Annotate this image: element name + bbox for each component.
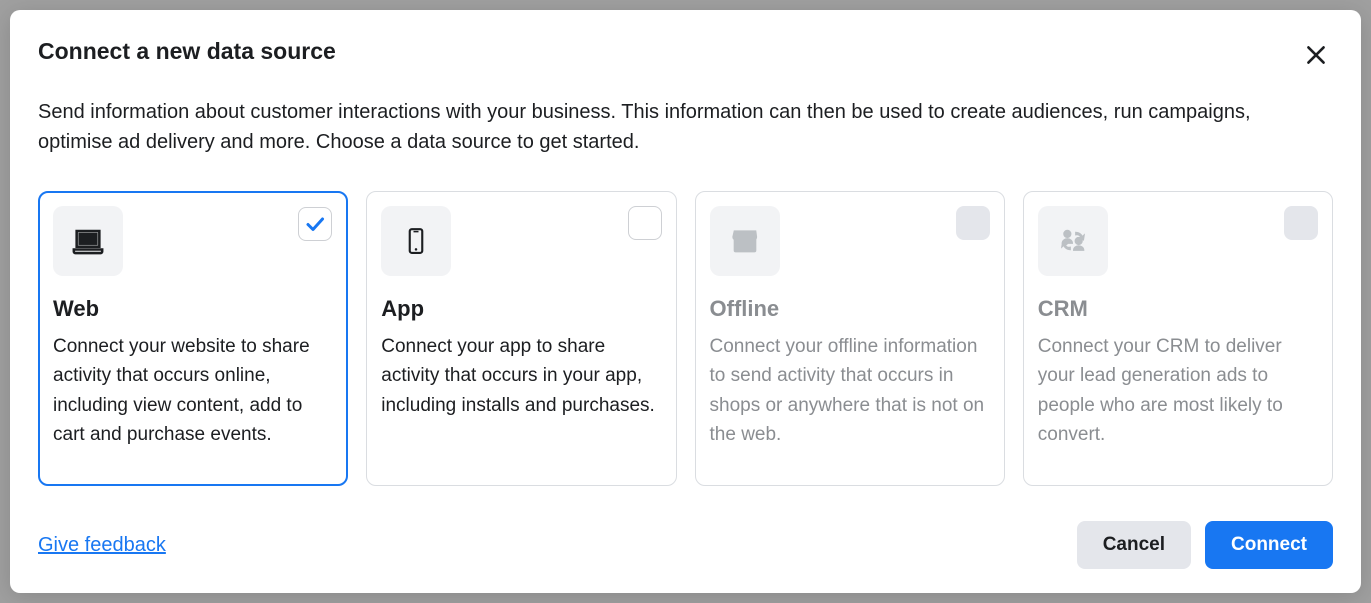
card-check-crm xyxy=(1284,206,1318,240)
card-web[interactable]: Web Connect your website to share activi… xyxy=(38,191,348,486)
store-icon xyxy=(710,206,780,276)
laptop-icon xyxy=(53,206,123,276)
modal-header: Connect a new data source xyxy=(38,38,1333,75)
card-offline: Offline Connect your offline information… xyxy=(695,191,1005,486)
close-button[interactable] xyxy=(1299,38,1333,75)
data-source-cards: Web Connect your website to share activi… xyxy=(38,191,1333,486)
checkmark-icon xyxy=(303,212,327,236)
card-text-web: Connect your website to share activity t… xyxy=(53,332,333,450)
card-title-offline: Offline xyxy=(710,296,990,322)
card-app[interactable]: App Connect your app to share activity t… xyxy=(366,191,676,486)
card-check-web xyxy=(298,207,332,241)
card-title-web: Web xyxy=(53,296,333,322)
card-title-app: App xyxy=(381,296,661,322)
connect-button[interactable]: Connect xyxy=(1205,521,1333,569)
card-check-offline xyxy=(956,206,990,240)
footer-buttons: Cancel Connect xyxy=(1077,521,1333,569)
card-title-crm: CRM xyxy=(1038,296,1318,322)
card-text-offline: Connect your offline information to send… xyxy=(710,332,990,450)
card-text-app: Connect your app to share activity that … xyxy=(381,332,661,420)
modal-footer: Give feedback Cancel Connect xyxy=(38,491,1333,569)
card-text-crm: Connect your CRM to deliver your lead ge… xyxy=(1038,332,1318,450)
give-feedback-link[interactable]: Give feedback xyxy=(38,534,166,557)
phone-icon xyxy=(381,206,451,276)
connect-data-source-modal: Connect a new data source Send informati… xyxy=(10,10,1361,593)
close-icon xyxy=(1303,42,1329,71)
modal-description: Send information about customer interact… xyxy=(38,97,1333,157)
modal-title: Connect a new data source xyxy=(38,38,336,65)
cancel-button[interactable]: Cancel xyxy=(1077,521,1191,569)
card-crm: CRM Connect your CRM to deliver your lea… xyxy=(1023,191,1333,486)
people-sync-icon xyxy=(1038,206,1108,276)
card-check-app xyxy=(628,206,662,240)
